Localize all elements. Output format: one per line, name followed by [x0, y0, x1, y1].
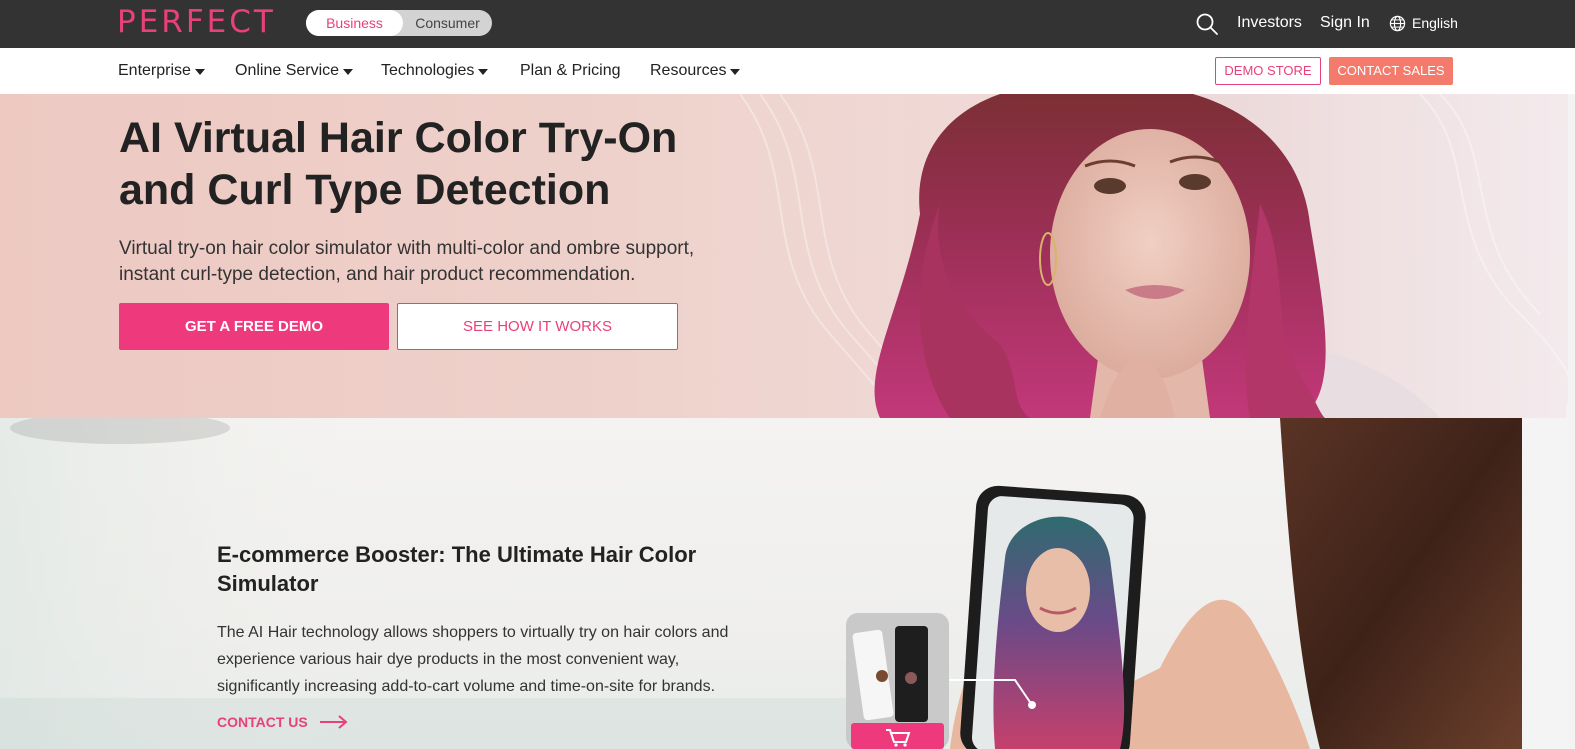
nav-item-technologies[interactable]: Technologies [381, 61, 489, 81]
nav-item-label: Online Service [235, 62, 340, 79]
arrow-right-icon [319, 715, 348, 729]
hero-subtitle-line: instant curl-type detection, and hair pr… [119, 264, 636, 285]
globe-icon [1389, 15, 1406, 31]
hero-subtitle: Virtual try-on hair color simulator with… [119, 236, 759, 288]
nav-item-online-service[interactable]: Online Service [235, 61, 354, 81]
nav-item-label: Plan & Pricing [520, 62, 621, 79]
demo-store-button[interactable]: DEMO STORE [1215, 57, 1321, 85]
nav-item-resources[interactable]: Resources [650, 61, 741, 81]
section-body: The AI Hair technology allows shoppers t… [217, 619, 777, 700]
nav-item-plan-pricing[interactable]: Plan & Pricing [520, 61, 621, 81]
contact-us-link[interactable]: CONTACT US [217, 714, 348, 730]
caret-down-icon [194, 68, 205, 75]
contact-us-label: CONTACT US [217, 714, 308, 730]
nav-item-label: Enterprise [118, 62, 191, 79]
section-body-line: experience various hair dye products in … [217, 651, 680, 668]
hero-subtitle-line: Virtual try-on hair color simulator with… [119, 238, 695, 259]
see-how-it-works-button[interactable]: SEE HOW IT WORKS [397, 303, 678, 350]
section-body-line: The AI Hair technology allows shoppers t… [217, 624, 729, 641]
section-body-line: significantly increasing add-to-cart vol… [217, 678, 716, 695]
nav-item-label: Technologies [381, 62, 475, 79]
main-nav: Enterprise Online Service Technologies P… [0, 48, 1575, 94]
caret-down-icon [343, 68, 354, 75]
business-consumer-toggle[interactable]: Business Consumer [306, 10, 492, 36]
top-bar: PERFECT Business Consumer Investors Sign… [0, 0, 1575, 48]
nav-item-label: Resources [650, 62, 727, 79]
hero-title: AI Virtual Hair Color Try-On and Curl Ty… [119, 112, 759, 216]
search-icon[interactable] [1195, 12, 1219, 36]
section-title-line: E-commerce Booster: The Ultimate Hair Co… [217, 542, 697, 567]
get-free-demo-button[interactable]: GET A FREE DEMO [119, 303, 389, 350]
hero-title-line: AI Virtual Hair Color Try-On [119, 114, 678, 162]
toggle-business-option[interactable]: Business [306, 10, 403, 36]
hero-title-line: and Curl Type Detection [119, 166, 611, 214]
ecommerce-booster-section: E-commerce Booster: The Ultimate Hair Co… [0, 418, 1568, 749]
contact-sales-button[interactable]: CONTACT SALES [1329, 57, 1453, 85]
page-scrollbar[interactable] [1568, 94, 1575, 749]
perfect-logo[interactable]: PERFECT [117, 4, 276, 40]
section-title-line: Simulator [217, 571, 319, 596]
language-selector[interactable]: English [1389, 13, 1458, 33]
language-label: English [1412, 15, 1458, 31]
caret-down-icon [730, 68, 741, 75]
section-title: E-commerce Booster: The Ultimate Hair Co… [217, 540, 777, 598]
nav-item-enterprise[interactable]: Enterprise [118, 61, 205, 81]
hero-section: AI Virtual Hair Color Try-On and Curl Ty… [0, 94, 1568, 418]
caret-down-icon [478, 68, 489, 75]
sign-in-link[interactable]: Sign In [1320, 13, 1370, 33]
investors-link[interactable]: Investors [1237, 13, 1302, 33]
toggle-consumer-option[interactable]: Consumer [403, 10, 492, 36]
